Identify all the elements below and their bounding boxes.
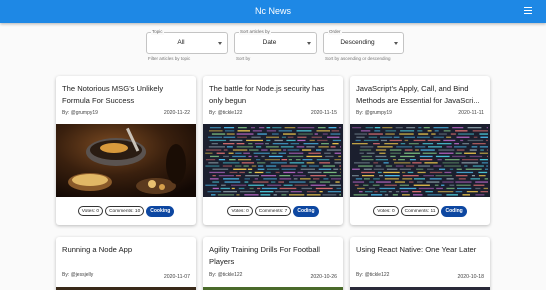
article-author: By: @grumpy19 [62,110,98,116]
votes-chip[interactable]: Votes: 0 [77,206,104,216]
votes-chip[interactable]: Votes: 0 [373,206,399,216]
article-card[interactable]: The Notorious MSG’s Unlikely Formula For… [56,76,196,225]
article-card[interactable]: Running a Node App By: @jessjelly 2020-1… [56,237,196,290]
article-author: By: @tickle122 [209,110,243,116]
order-select-label: Order [328,29,342,35]
article-image-food[interactable] [56,124,196,197]
article-image-code[interactable] [350,124,490,197]
topic-helper-text: Filter articles by topic [148,56,191,61]
article-title[interactable]: The Notorious MSG’s Unlikely Formula For… [62,83,190,107]
article-title[interactable]: Running a Node App [62,244,190,268]
article-title[interactable]: JavaScript’s Apply, Call, and Bind Metho… [356,83,484,107]
menu-icon[interactable] [524,7,532,15]
sort-select-value: Date [262,39,277,46]
article-card[interactable]: JavaScript’s Apply, Call, and Bind Metho… [350,76,490,225]
article-card[interactable]: Using React Native: One Year Later By: @… [350,237,490,290]
article-author: By: @tickle122 [209,272,243,278]
chevron-down-icon [307,42,311,45]
topic-select[interactable]: Topic All [146,29,228,54]
article-image-code[interactable] [203,124,343,197]
app-bar: Nc News [0,0,546,23]
article-date: 2020-11-22 [163,110,190,116]
topic-select-label: Topic [151,29,164,35]
article-actions: Votes: 0 Comments: 11 Coding [350,204,490,218]
article-date: 2020-10-26 [310,274,337,280]
sort-select[interactable]: Sort articles by Date [234,29,317,54]
article-card[interactable]: The battle for Node.js security has only… [203,76,343,225]
article-date: 2020-11-11 [458,110,484,116]
article-title[interactable]: Using React Native: One Year Later [356,244,484,268]
article-card[interactable]: Agility Training Drills For Football Pla… [203,237,343,290]
topic-chip[interactable]: Cooking [146,205,175,217]
comments-chip[interactable]: Comments: 7 [254,206,292,216]
comments-chip[interactable]: Comments: 11 [400,206,440,216]
article-author: By: @jessjelly [62,272,94,278]
topic-select-value: All [177,39,185,46]
sort-select-label: Sort articles by [239,29,271,35]
article-title[interactable]: The battle for Node.js security has only… [209,83,337,107]
article-author: By: @tickle122 [356,272,390,278]
sort-helper-text: Sort by [236,56,251,61]
article-date: 2020-11-15 [310,110,337,116]
article-title[interactable]: Agility Training Drills For Football Pla… [209,244,337,268]
article-date: 2020-10-18 [457,274,484,280]
chevron-down-icon [218,42,222,45]
article-author: By: @grumpy19 [356,110,392,116]
app-title: Nc News [254,6,291,16]
chevron-down-icon [394,42,398,45]
article-actions: Votes: 0 Comments: 10 Cooking [56,204,196,218]
order-helper-text: Sort by ascending or descending [325,56,391,61]
votes-chip[interactable]: Votes: 0 [227,206,253,216]
article-actions: Votes: 0 Comments: 7 Coding [203,204,343,218]
comments-chip[interactable]: Comments: 10 [105,206,145,216]
topic-chip[interactable]: Coding [293,205,319,217]
article-date: 2020-11-07 [163,274,190,280]
order-select-value: Descending [340,39,375,46]
order-select[interactable]: Order Descending [323,29,404,54]
topic-chip[interactable]: Coding [441,205,467,217]
